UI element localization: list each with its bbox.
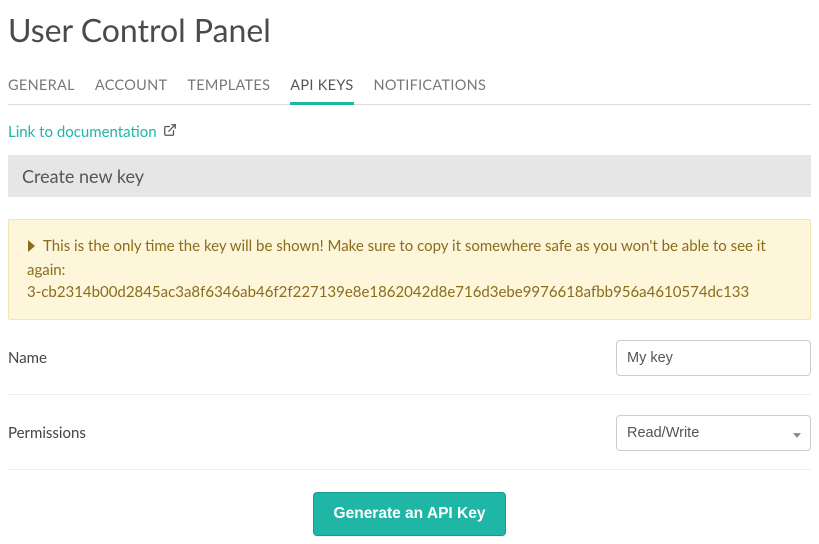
- tab-templates[interactable]: TEMPLATES: [187, 77, 270, 105]
- form-row-name: Name: [8, 320, 811, 395]
- documentation-link[interactable]: Link to documentation: [8, 123, 177, 141]
- chevron-right-icon: [27, 238, 37, 260]
- key-created-alert: This is the only time the key will be sh…: [8, 219, 811, 320]
- alert-message: This is the only time the key will be sh…: [27, 237, 766, 279]
- form-row-permissions: Permissions Read/Write: [8, 395, 811, 470]
- api-key-value: 3-cb2314b00d2845ac3a8f6346ab46f2f227139e…: [27, 283, 749, 301]
- tab-notifications[interactable]: NOTIFICATIONS: [374, 77, 487, 105]
- tab-general[interactable]: GENERAL: [8, 77, 75, 105]
- permissions-select[interactable]: Read/Write: [616, 415, 811, 451]
- tab-api-keys[interactable]: API KEYS: [290, 77, 353, 105]
- page-title: User Control Panel: [8, 8, 811, 49]
- name-label: Name: [8, 349, 47, 367]
- name-input[interactable]: [616, 340, 811, 376]
- external-link-icon: [163, 123, 177, 141]
- permissions-label: Permissions: [8, 424, 86, 442]
- tab-account[interactable]: ACCOUNT: [95, 77, 168, 105]
- section-header-create-key: Create new key: [8, 155, 811, 197]
- tabs-bar: GENERAL ACCOUNT TEMPLATES API KEYS NOTIF…: [8, 77, 811, 105]
- generate-api-key-button[interactable]: Generate an API Key: [313, 492, 507, 536]
- documentation-link-label: Link to documentation: [8, 123, 157, 141]
